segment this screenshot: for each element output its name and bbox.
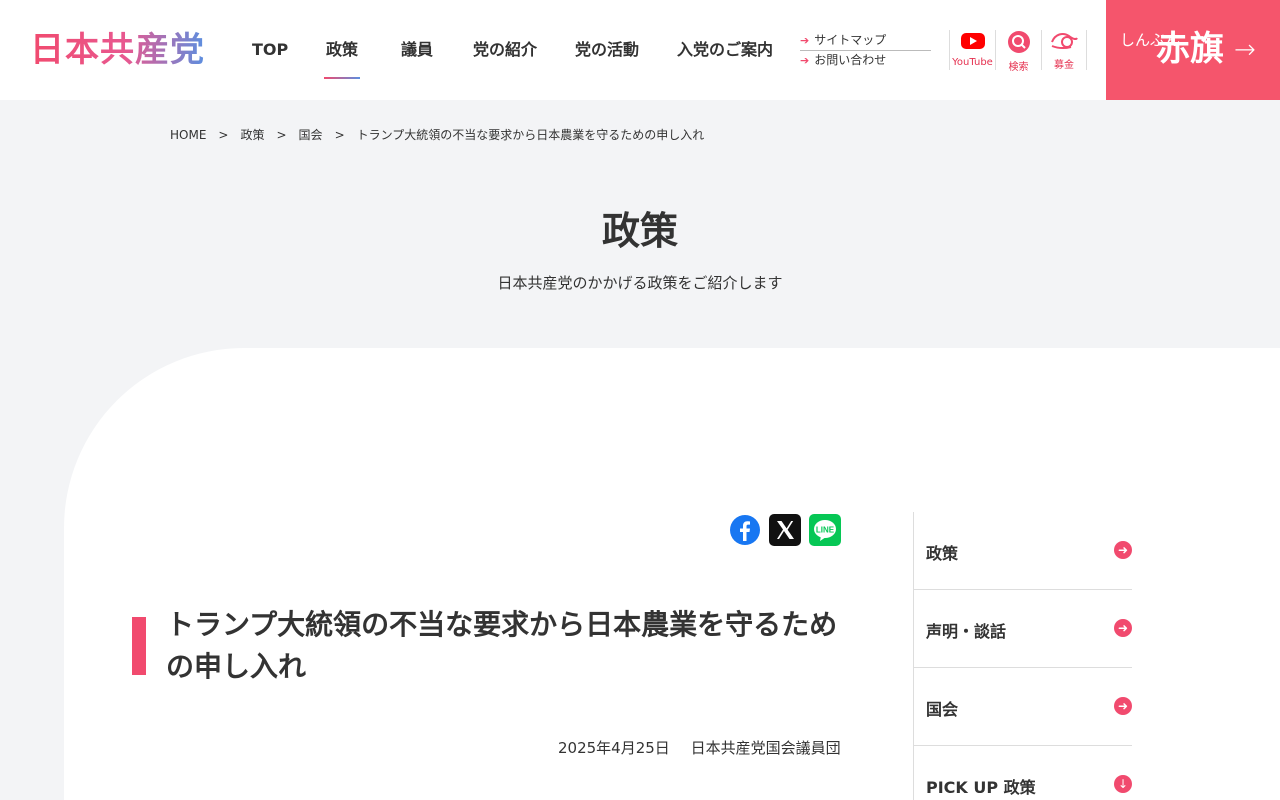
youtube-button[interactable]: YouTube — [949, 30, 995, 70]
facebook-icon — [730, 515, 760, 545]
arrow-right-icon: ➔ — [800, 54, 810, 67]
donation-button[interactable]: 募金 — [1041, 30, 1087, 71]
nav-about[interactable]: 党の紹介 — [473, 38, 537, 62]
breadcrumb-separator: > — [334, 128, 345, 142]
sidebar-item-label: 政策 — [926, 544, 959, 563]
arrow-right-icon: ➔ — [800, 34, 810, 47]
page-title: 政策 — [601, 209, 678, 253]
page-subtitle: 日本共産党のかかげる政策をご紹介します — [497, 274, 783, 292]
arrow-right-circle-icon: ➜ — [1114, 541, 1132, 559]
nav-policy[interactable]: 政策 — [326, 38, 358, 62]
sidebar-item-pickup[interactable]: PICK UP 政策 ↓ — [914, 746, 1132, 800]
breadcrumb-home[interactable]: HOME — [170, 128, 206, 142]
contact-label: お問い合わせ — [814, 53, 887, 67]
article-title-accent — [132, 617, 146, 675]
arrow-down-circle-icon: ↓ — [1114, 775, 1132, 793]
sitemap-link[interactable]: ➔ サイトマップ — [800, 32, 931, 51]
breadcrumb: HOME > 政策 > 国会 > トランプ大統領の不当な要求から日本農業を守るための申し入れ — [170, 126, 704, 143]
akahata-banner[interactable]: しんぶん 赤旗 → — [1106, 0, 1280, 100]
youtube-label: YouTube — [952, 57, 993, 68]
breadcrumb-policy[interactable]: 政策 — [240, 128, 264, 142]
active-nav-indicator — [324, 77, 360, 79]
nav-members[interactable]: 議員 — [401, 38, 433, 62]
breadcrumb-diet[interactable]: 国会 — [299, 128, 323, 142]
search-icon — [1007, 31, 1030, 53]
sidebar-item-label: 声明・談話 — [926, 622, 1007, 641]
search-label: 検索 — [1008, 62, 1029, 73]
x-share-button[interactable] — [769, 514, 801, 546]
article-date: 2025年4月25日 — [558, 739, 670, 757]
sitemap-label: サイトマップ — [814, 33, 887, 47]
sidebar-item-statements[interactable]: 声明・談話 ➜ — [914, 590, 1132, 668]
site-logo[interactable]: 日本共産党 — [30, 30, 205, 70]
facebook-share-button[interactable] — [729, 514, 761, 546]
nav-join[interactable]: 入党のご案内 — [677, 38, 773, 62]
breadcrumb-current: トランプ大統領の不当な要求から日本農業を守るための申し入れ — [356, 128, 705, 142]
breadcrumb-separator: > — [276, 128, 287, 142]
x-icon — [777, 521, 794, 539]
breadcrumb-separator: > — [218, 128, 229, 142]
akahata-title: 赤旗 — [1156, 29, 1224, 69]
arrow-right-icon: → — [1234, 35, 1256, 65]
site-header: 日本共産党 TOP 政策 議員 党の紹介 党の活動 入党のご案内 ➔ サイトマッ… — [0, 0, 1280, 100]
sidebar-menu: 政策 ➜ 声明・談話 ➜ 国会 ➜ PICK UP 政策 ↓ — [913, 512, 1132, 800]
donation-icon — [1051, 33, 1078, 50]
svg-text:LINE: LINE — [816, 526, 835, 535]
sidebar-item-label: 国会 — [926, 700, 959, 719]
sidebar-item-label: PICK UP 政策 — [926, 778, 1036, 797]
contact-link[interactable]: ➔ お問い合わせ — [800, 52, 931, 69]
line-share-button[interactable]: LINE — [809, 514, 841, 546]
nav-top[interactable]: TOP — [252, 38, 288, 62]
arrow-right-circle-icon: ➜ — [1114, 697, 1132, 715]
header-sublinks: ➔ サイトマップ ➔ お問い合わせ — [800, 32, 931, 69]
sidebar-item-diet[interactable]: 国会 ➜ — [914, 668, 1132, 746]
line-icon: LINE — [814, 520, 836, 541]
article-title: トランプ大統領の不当な要求から日本農業を守るための申し入れ — [166, 608, 838, 683]
search-button[interactable]: 検索 — [995, 30, 1041, 73]
article-author: 日本共産党国会議員団 — [690, 739, 841, 757]
nav-activities[interactable]: 党の活動 — [575, 38, 639, 62]
article-meta: 2025年4月25日 日本共産党国会議員団 — [558, 737, 841, 758]
youtube-icon — [960, 33, 985, 49]
arrow-right-circle-icon: ➜ — [1114, 619, 1132, 637]
sidebar-item-policy[interactable]: 政策 ➜ — [914, 512, 1132, 590]
donation-label: 募金 — [1054, 60, 1074, 71]
